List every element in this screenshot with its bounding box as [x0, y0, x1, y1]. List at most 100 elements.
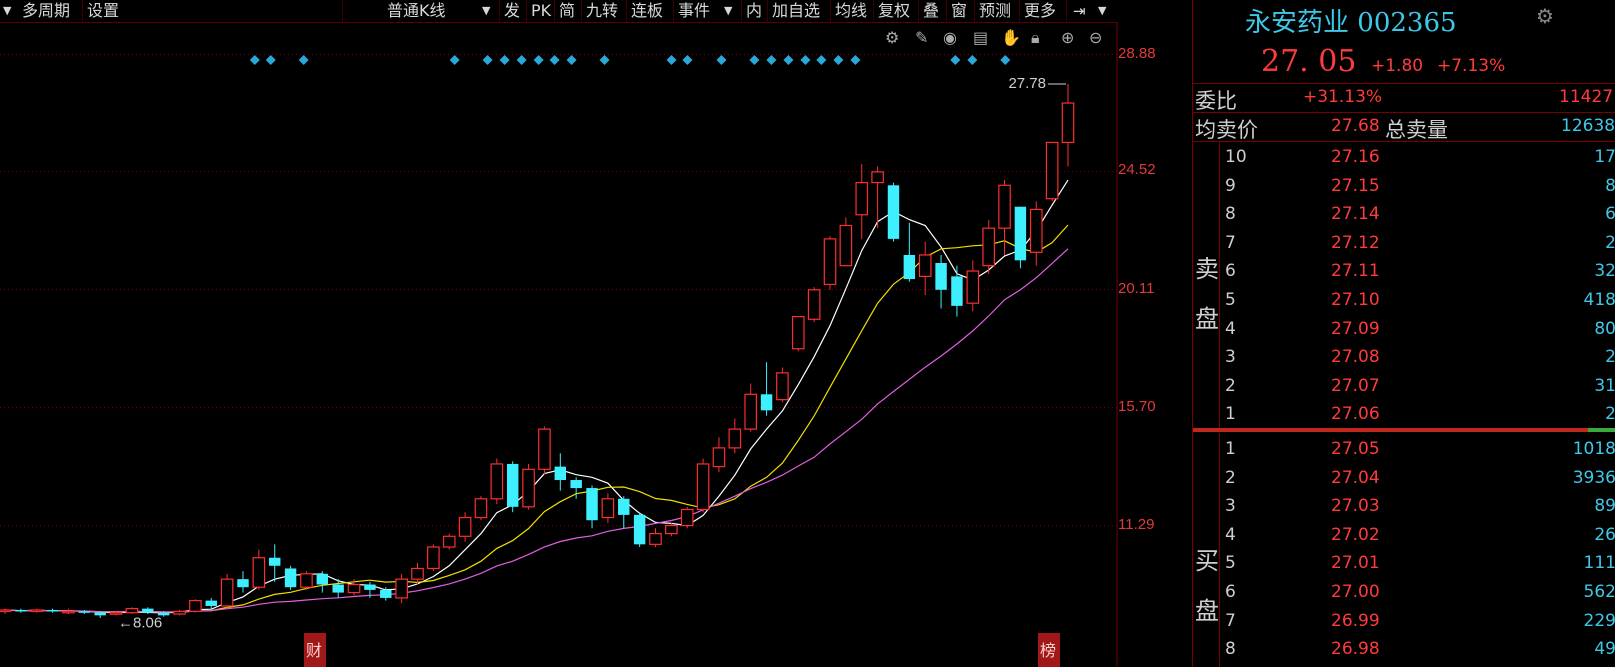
candle-body — [94, 612, 106, 616]
candle-body — [918, 254, 932, 277]
ask-row[interactable]: 5 27.10 418 — [1193, 286, 1615, 314]
ask-level: 1 — [1225, 404, 1236, 425]
candle-body — [538, 428, 551, 470]
signal-marker — [716, 55, 727, 65]
candle-body — [712, 447, 726, 468]
ask-level: 9 — [1225, 175, 1236, 196]
signal-marker — [766, 55, 777, 65]
bid-volume: 562 — [1583, 582, 1615, 602]
avg-sell-row: 均卖价 27.68 总卖量 12638 — [1193, 113, 1615, 142]
candle-body — [586, 488, 598, 521]
candle-body — [982, 227, 995, 267]
candle-body — [30, 609, 44, 613]
candle-body — [142, 608, 154, 613]
bid-price: 26.98 — [1331, 639, 1380, 660]
ask-level: 4 — [1225, 318, 1236, 339]
low-price-label: ←8.06 — [118, 614, 162, 631]
signal-marker — [783, 55, 794, 65]
ask-row[interactable]: 3 27.08 2 — [1193, 343, 1615, 371]
ask-price: 27.09 — [1331, 318, 1380, 339]
signal-marker — [1000, 55, 1011, 65]
candle-body — [570, 480, 582, 489]
ask-level: 10 — [1225, 147, 1247, 167]
price-change-pct: +7.13% — [1437, 56, 1506, 76]
bid-row[interactable]: 3 27.03 89 — [1193, 492, 1615, 520]
candle-body — [776, 372, 789, 401]
candle-body — [998, 184, 1011, 229]
candle-body — [887, 185, 900, 239]
ask-row[interactable]: 8 27.14 6 — [1193, 200, 1615, 228]
candle-body — [395, 578, 408, 599]
quote-panel: 永安药业 002365 ⚙ 27. 05 +1.80 +7.13% 委比 +31… — [1192, 0, 1615, 667]
candle-body — [680, 508, 694, 527]
ask-volume: 31 — [1594, 375, 1615, 396]
signal-marker — [967, 55, 978, 65]
bid-row[interactable]: 7 26.99 229 — [1193, 607, 1615, 635]
bid-volume: 3936 — [1572, 467, 1615, 488]
bid-row[interactable]: 4 27.02 26 — [1193, 521, 1615, 549]
gear-icon[interactable]: ⚙ — [1536, 4, 1554, 28]
bid-price: 27.04 — [1331, 467, 1380, 488]
ask-volume: 80 — [1594, 318, 1615, 339]
candle-body — [427, 546, 440, 570]
finance-marker: 财 — [306, 641, 322, 660]
kline-chart[interactable]: 27.78 ←8.06 财 榜 — [0, 0, 1192, 667]
ask-volume: 2 — [1605, 347, 1615, 368]
ask-level: 8 — [1225, 204, 1236, 225]
bid-level: 8 — [1225, 639, 1236, 660]
ask-row[interactable]: 7 27.12 2 — [1193, 229, 1615, 257]
bid-row[interactable]: 6 27.00 562 — [1193, 578, 1615, 606]
ask-row[interactable]: 6 27.11 32 — [1193, 257, 1615, 285]
signal-marker — [533, 55, 544, 65]
bid-row[interactable]: 2 27.04 3936 — [1193, 464, 1615, 492]
candle-body — [284, 568, 297, 588]
candle-body — [15, 609, 27, 612]
ask-price: 27.10 — [1331, 290, 1380, 310]
high-price-label: 27.78 — [1008, 75, 1046, 92]
bid-volume: 89 — [1594, 496, 1615, 517]
signal-marker — [800, 55, 811, 65]
bid-row[interactable]: 1 27.05 1018 — [1193, 435, 1615, 463]
bid-level: 2 — [1225, 467, 1236, 488]
y-tick-label: 15.70 — [1118, 397, 1156, 415]
candle-body — [839, 224, 853, 267]
ask-row[interactable]: 10 27.16 17 — [1193, 143, 1615, 171]
ask-price: 27.07 — [1331, 375, 1380, 396]
bid-price: 27.01 — [1331, 553, 1380, 574]
signal-marker — [666, 55, 677, 65]
ask-volume: 2 — [1605, 232, 1615, 253]
bid-volume: 229 — [1583, 610, 1615, 631]
candle-body — [237, 579, 249, 588]
ask-volume: 8 — [1605, 175, 1615, 196]
signal-marker — [816, 55, 827, 65]
ask-row[interactable]: 9 27.15 8 — [1193, 172, 1615, 200]
candle-body — [252, 557, 266, 588]
ask-row[interactable]: 2 27.07 31 — [1193, 372, 1615, 400]
candle-body — [380, 589, 392, 598]
signal-marker — [599, 55, 610, 65]
signal-marker — [682, 55, 693, 65]
ask-row[interactable]: 1 27.06 2 — [1193, 400, 1615, 428]
candle-body — [78, 611, 91, 613]
candle-body — [205, 600, 217, 606]
ask-price: 27.08 — [1331, 347, 1380, 368]
candle-body — [871, 171, 884, 184]
candle-body — [807, 289, 821, 320]
ask-price: 27.14 — [1331, 204, 1380, 225]
bid-ask-ratio-bar — [1193, 428, 1615, 432]
y-tick-label: 24.52 — [1118, 161, 1156, 179]
rank-marker: 榜 — [1040, 641, 1056, 660]
ask-level: 3 — [1225, 347, 1236, 368]
avg-sell-value: 27.68 — [1331, 116, 1380, 136]
weibi-label: 委比 — [1195, 89, 1237, 113]
ask-row[interactable]: 4 27.09 80 — [1193, 315, 1615, 343]
y-tick-label: 20.11 — [1118, 279, 1155, 297]
candle-body — [760, 394, 773, 411]
candle-body — [0, 609, 12, 613]
y-tick-label: 28.88 — [1118, 44, 1156, 62]
bid-row[interactable]: 8 26.98 49 — [1193, 635, 1615, 663]
ask-volume: 32 — [1594, 261, 1615, 282]
bid-level: 6 — [1225, 582, 1236, 602]
bid-row[interactable]: 5 27.01 111 — [1193, 549, 1615, 577]
candle-body — [364, 584, 376, 590]
